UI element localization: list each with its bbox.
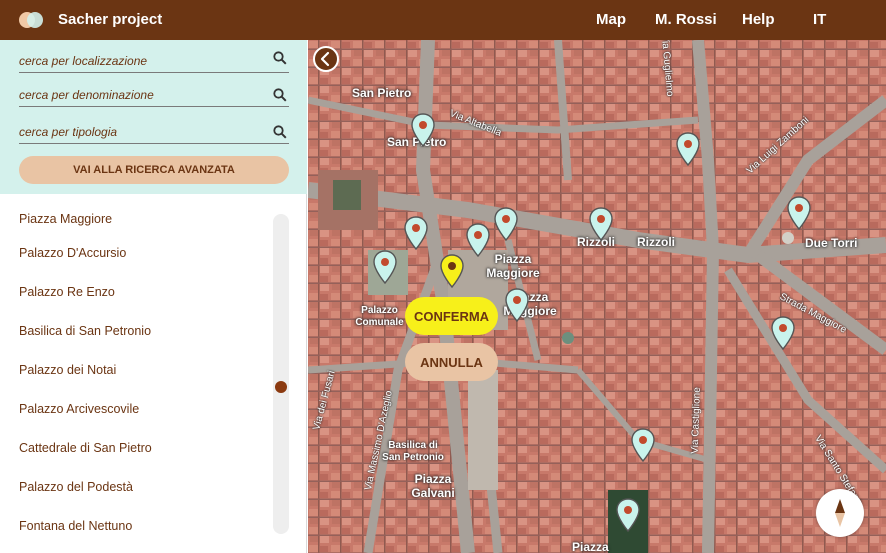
list-item[interactable]: Palazzo Arcivescovile [19,402,139,416]
type-search-row [19,118,289,144]
nav-language[interactable]: IT [813,11,826,28]
name-search-row [19,81,289,107]
list-item[interactable]: Piazza Maggiore [19,212,112,226]
map-pin-icon[interactable] [616,498,640,532]
map-pin-icon[interactable] [787,196,811,230]
list-item[interactable]: Basilica di San Petronio [19,324,151,338]
scrollbar-track[interactable] [273,214,289,534]
map-label: Due Torri [805,236,858,250]
map-label: Piazza Maggiore [486,252,540,280]
map-pin-icon[interactable] [631,428,655,462]
collapse-sidebar-button[interactable] [313,46,339,72]
map-label: Piazza [572,540,609,553]
map-label: Piazza Galvani [411,472,455,500]
cancel-button[interactable]: ANNULLA [405,343,498,381]
search-icon[interactable] [273,125,287,139]
map-label: Palazzo Comunale [355,305,404,328]
location-search-row [19,47,289,73]
nav-user[interactable]: M. Rossi [655,11,717,28]
satellite-map-image [308,40,886,553]
map-pin-icon[interactable] [589,207,613,241]
top-bar: Sacher project Map M. Rossi Help IT [0,0,886,40]
map-pin-icon[interactable] [505,288,529,322]
app-title: Sacher project [58,11,163,28]
nav-map[interactable]: Map [596,11,626,28]
map-pin-icon[interactable] [404,216,428,250]
map-pin-icon[interactable] [494,207,518,241]
type-search-input[interactable] [19,122,264,142]
map-label: Rizzoli [637,235,675,249]
search-icon[interactable] [273,88,287,102]
scrollbar-thumb[interactable] [275,381,287,393]
compass-button[interactable] [816,489,864,537]
list-item[interactable]: Cattedrale di San Pietro [19,441,152,455]
map-pin-icon[interactable] [373,250,397,284]
nav-help[interactable]: Help [742,11,775,28]
map-pin-icon[interactable] [676,132,700,166]
location-search-input[interactable] [19,51,264,71]
map-pin-icon[interactable] [411,113,435,147]
list-item[interactable]: Palazzo del Podestà [19,480,133,494]
list-item[interactable]: Palazzo dei Notai [19,363,116,377]
search-icon[interactable] [273,51,287,65]
chevron-left-icon [320,51,330,67]
confirm-button[interactable]: CONFERMA [405,297,498,335]
map-label: Basilica di San Petronio [382,440,444,463]
compass-icon [835,499,845,527]
street-label: Via Castiglione [689,387,703,454]
map-pin-icon[interactable] [771,316,795,350]
sidebar: VAI ALLA RICERCA AVANZATA Piazza Maggior… [0,40,307,553]
list-item[interactable]: Fontana del Nettuno [19,519,132,533]
map-view[interactable]: San Pietro San Pietro Piazza Maggiore Pi… [308,40,886,553]
selected-map-pin-icon[interactable] [440,254,464,288]
search-panel: VAI ALLA RICERCA AVANZATA [0,40,307,194]
map-pin-icon[interactable] [466,223,490,257]
map-label: San Pietro [352,86,412,100]
name-search-input[interactable] [19,85,264,105]
list-item[interactable]: Palazzo D'Accursio [19,246,126,260]
list-item[interactable]: Palazzo Re Enzo [19,285,115,299]
advanced-search-button[interactable]: VAI ALLA RICERCA AVANZATA [19,156,289,184]
logo-icon [19,12,43,28]
